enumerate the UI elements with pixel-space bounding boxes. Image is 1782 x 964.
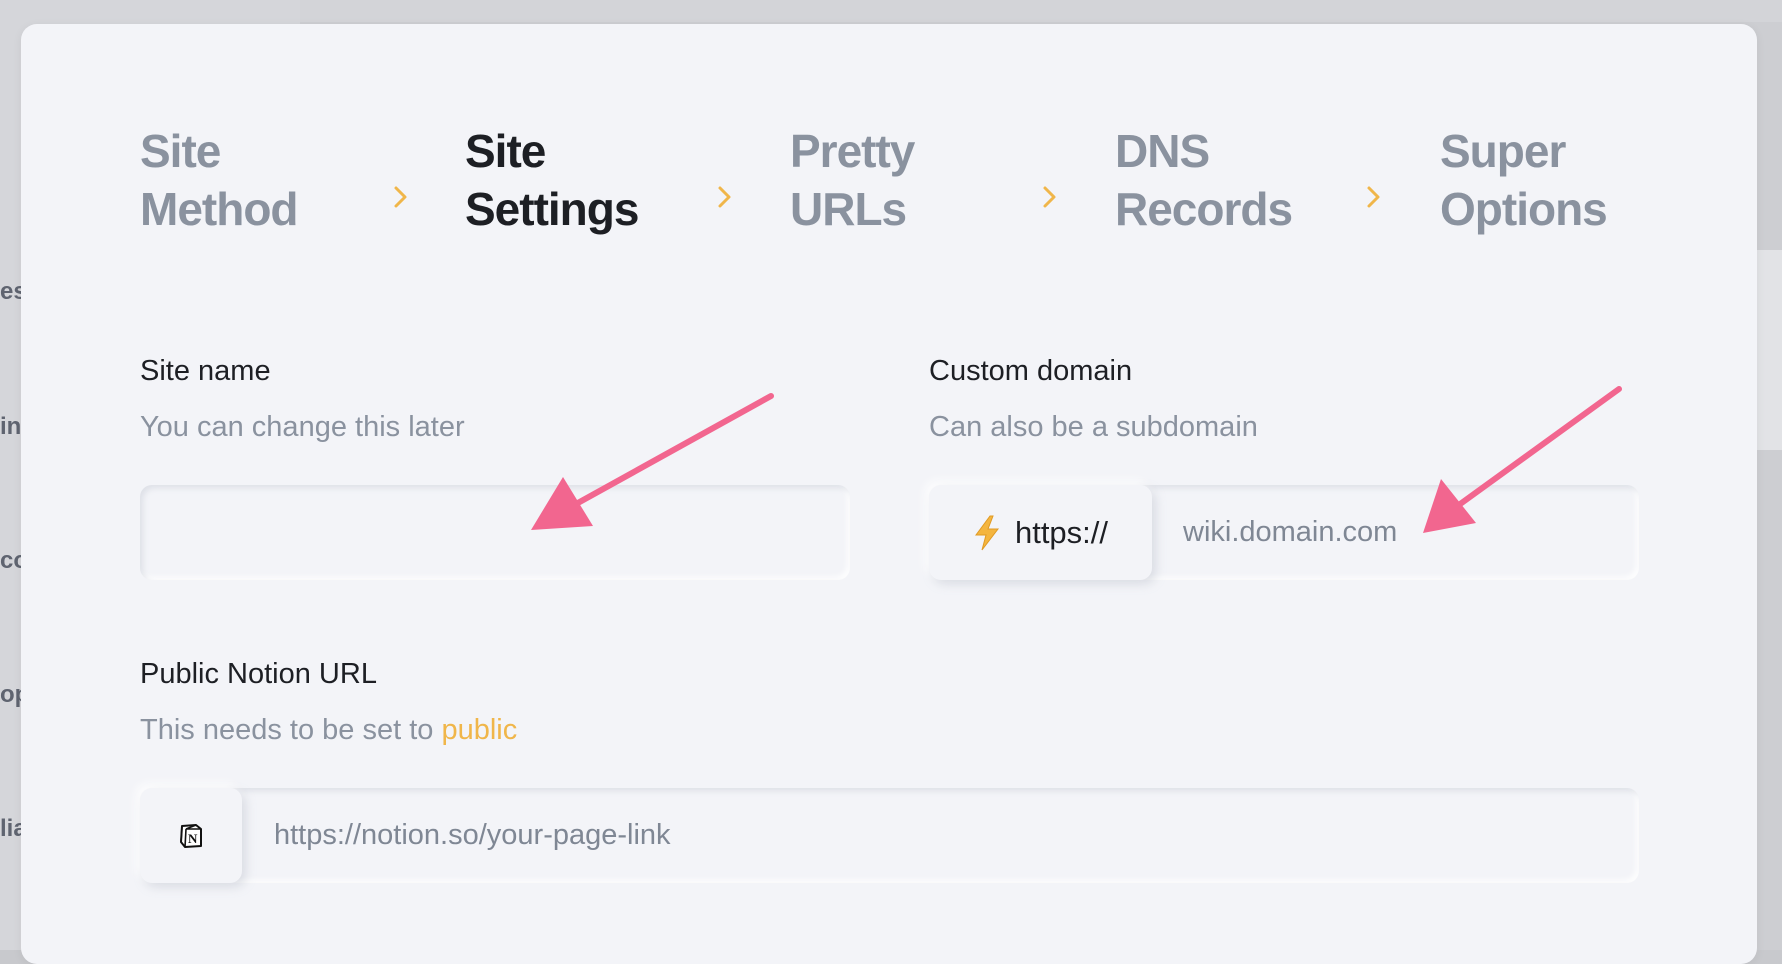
notion-url-help: This needs to be set to public xyxy=(140,714,517,747)
step-pretty-urls[interactable]: Pretty URLs xyxy=(790,122,1030,238)
chevron-right-icon xyxy=(1043,186,1056,208)
step-label: Site xyxy=(465,125,546,177)
custom-domain-prefix: https:// xyxy=(929,485,1152,580)
notion-url-label: Public Notion URL xyxy=(140,658,377,690)
prefix-protocol-text: https:// xyxy=(1014,514,1109,550)
step-label: Options xyxy=(1440,183,1608,235)
notion-url-field: N xyxy=(140,788,1639,883)
notion-url-input[interactable] xyxy=(140,788,1639,883)
site-name-help: You can change this later xyxy=(140,411,465,443)
site-name-input[interactable] xyxy=(140,485,850,580)
step-site-method[interactable]: Site Method xyxy=(140,122,380,238)
step-label: Settings xyxy=(465,183,639,235)
background-topbar xyxy=(300,0,1782,22)
step-label: URLs xyxy=(790,183,907,235)
chevron-right-icon xyxy=(1367,186,1380,208)
svg-text:N: N xyxy=(188,831,198,846)
site-name-field xyxy=(140,485,850,580)
step-label: Site xyxy=(140,125,221,177)
site-name-label: Site name xyxy=(140,355,271,387)
notion-url-prefix: N xyxy=(140,788,242,883)
notion-url-help-text: This needs to be set to xyxy=(140,714,442,746)
step-label: Pretty xyxy=(790,125,915,177)
stepper: Site Method Site Settings Pretty URLs DN… xyxy=(140,122,1660,262)
step-label: DNS xyxy=(1115,125,1210,177)
step-label: Super xyxy=(1440,125,1566,177)
step-label: Method xyxy=(140,183,299,235)
sidebar-peek-text: in xyxy=(0,413,22,440)
step-label: Records xyxy=(1115,183,1293,235)
public-accent-text: public xyxy=(441,714,518,746)
step-site-settings[interactable]: Site Settings xyxy=(465,122,705,238)
notion-logo-icon: N xyxy=(180,823,202,848)
step-super-options[interactable]: Super Options xyxy=(1440,122,1680,238)
lightning-bolt-icon xyxy=(974,515,999,550)
chevron-right-icon xyxy=(394,186,407,208)
step-dns-records[interactable]: DNS Records xyxy=(1115,122,1355,238)
custom-domain-label: Custom domain xyxy=(929,355,1133,387)
setup-modal: Site Method Site Settings Pretty URLs DN… xyxy=(21,24,1757,964)
custom-domain-field: https:// xyxy=(929,485,1639,580)
custom-domain-help: Can also be a subdomain xyxy=(929,411,1258,443)
chevron-right-icon xyxy=(718,186,731,208)
